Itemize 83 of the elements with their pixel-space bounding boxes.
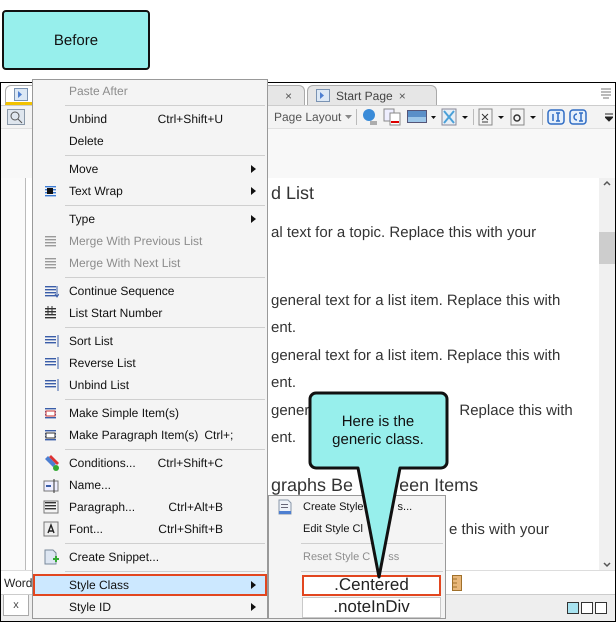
menu-item[interactable]: Text Wrap bbox=[33, 180, 267, 202]
tab-label: Start Page bbox=[336, 88, 393, 102]
lines-arrow-icon bbox=[43, 333, 59, 349]
image-icon[interactable] bbox=[407, 110, 438, 124]
list-lines-icon bbox=[43, 233, 59, 249]
search-icon[interactable] bbox=[7, 109, 25, 125]
menu-item[interactable]: Paragraph... Ctrl+Alt+B bbox=[33, 496, 267, 518]
submenu-arrow-icon bbox=[251, 603, 256, 611]
body-text: gener bbox=[271, 400, 310, 420]
bottom-tab[interactable]: x bbox=[3, 595, 29, 616]
menu-item[interactable]: Unbind List bbox=[33, 374, 267, 396]
menu-item[interactable]: Create Snippet... bbox=[33, 546, 267, 568]
menu-item[interactable]: Delete bbox=[33, 130, 267, 152]
tag-lines-icon bbox=[43, 427, 59, 443]
page-icon bbox=[14, 88, 28, 100]
menu-item[interactable]: Make Simple Item(s) bbox=[33, 402, 267, 424]
menu-item[interactable]: Style ID bbox=[33, 596, 267, 618]
page-layout-dropdown[interactable]: Page Layout bbox=[274, 110, 352, 124]
menu-item[interactable]: Continue Sequence bbox=[33, 280, 267, 302]
menu-item[interactable]: Name... bbox=[33, 474, 267, 496]
before-label: Before bbox=[2, 10, 150, 70]
body-text: ent. bbox=[271, 373, 296, 393]
submenu-arrow-icon bbox=[251, 187, 256, 195]
menu-item[interactable]: Make Paragraph Item(s) Ctrl+; bbox=[33, 424, 267, 446]
paragraph-icon bbox=[43, 499, 59, 515]
body-text: general text for a list item. Replace this with bbox=[271, 290, 560, 310]
maximize-button[interactable] bbox=[595, 602, 607, 614]
menu-icon[interactable] bbox=[601, 88, 611, 100]
body-text: ent. bbox=[271, 428, 296, 448]
submenu-arrow-icon bbox=[251, 581, 256, 589]
menu-item-text[interactable]: s... bbox=[398, 501, 412, 513]
lines-arrow-icon bbox=[43, 377, 59, 393]
cursor-box-icon[interactable] bbox=[547, 109, 566, 125]
lines-arrow-icon bbox=[43, 283, 59, 299]
heading-text: d List bbox=[271, 182, 314, 205]
heading-text: graphs Be bbox=[271, 474, 354, 496]
body-text: general text for a list item. Replace this with bbox=[271, 346, 560, 366]
menu-item-text[interactable]: Edit Style Cl bbox=[303, 523, 363, 535]
body-text: Replace this with bbox=[459, 400, 573, 420]
pencils-icon bbox=[43, 455, 59, 471]
page-icon bbox=[316, 89, 330, 102]
style-class-option[interactable]: .Centered bbox=[302, 574, 441, 596]
menu-item[interactable]: Reverse List bbox=[33, 352, 267, 374]
submenu-arrow-icon bbox=[251, 215, 256, 223]
body-text: al text for a topic. Replace this with your bbox=[271, 223, 536, 243]
style-class-option[interactable]: .noteInDiv bbox=[302, 596, 441, 618]
text-wrap-icon bbox=[43, 183, 59, 199]
cursor-box-icon[interactable] bbox=[569, 109, 588, 125]
document-icon bbox=[278, 499, 292, 515]
body-text: ent. bbox=[271, 318, 296, 338]
menu-item[interactable]: Conditions... Ctrl+Shift+C bbox=[33, 452, 267, 474]
body-text: e this with your bbox=[449, 520, 550, 540]
image-x-icon[interactable] bbox=[441, 108, 470, 126]
text-cursor-icon bbox=[43, 477, 59, 493]
caret-icon bbox=[345, 115, 352, 119]
document-tab[interactable]: Start Page × bbox=[307, 85, 437, 105]
menu-item[interactable]: Type bbox=[33, 208, 267, 230]
lines-arrow-icon bbox=[43, 355, 59, 371]
documents-icon[interactable] bbox=[383, 108, 404, 126]
list-lines-icon bbox=[43, 255, 59, 271]
overflow-icon[interactable] bbox=[605, 112, 613, 122]
menu-item[interactable]: Move bbox=[33, 158, 267, 180]
close-icon[interactable]: × bbox=[398, 88, 406, 102]
menu-item[interactable]: Style Class bbox=[33, 574, 267, 596]
scroll-down-icon[interactable] bbox=[602, 560, 612, 570]
status-text: Word bbox=[4, 576, 32, 590]
callout-text: Here is the generic class. bbox=[331, 412, 425, 450]
scrollbar-thumb[interactable] bbox=[599, 232, 615, 264]
menu-item[interactable]: Font... Ctrl+Shift+B bbox=[33, 518, 267, 540]
heading-text: een Items bbox=[399, 474, 478, 496]
menu-item[interactable]: List Start Number bbox=[33, 302, 267, 324]
menu-item-text[interactable]: Create Style bbox=[303, 501, 364, 513]
tag-lines-icon bbox=[43, 405, 59, 421]
font-icon bbox=[43, 521, 59, 537]
list-lines-icon bbox=[43, 305, 59, 321]
minimize-button[interactable] bbox=[567, 602, 579, 614]
menu-item[interactable]: Sort List bbox=[33, 330, 267, 352]
menu-item[interactable]: Unbind Ctrl+Shift+U bbox=[33, 108, 267, 130]
ruler-icon[interactable] bbox=[452, 574, 462, 590]
scroll-up-icon[interactable] bbox=[602, 178, 612, 188]
close-icon[interactable]: × bbox=[284, 88, 292, 102]
split-button[interactable] bbox=[581, 602, 593, 614]
submenu-arrow-icon bbox=[251, 165, 256, 173]
